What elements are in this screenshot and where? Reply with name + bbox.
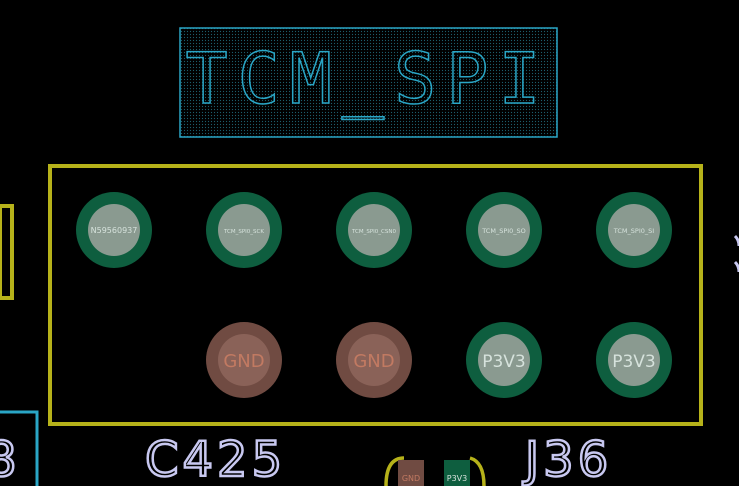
pad-5[interactable]: TCM_SPI0_SI (596, 192, 672, 268)
pad-p3v3-1[interactable]: P3V3 (466, 322, 542, 398)
pad-4-net-label: TCM_SPI0_SO (481, 227, 526, 235)
designator-c425: C425 (145, 432, 286, 486)
pad-gnd-2[interactable]: GND (336, 322, 412, 398)
tcm-spi-label-box: TCM_SPI (179, 27, 558, 138)
left-partial-silkscreen: 8 (0, 432, 17, 486)
pad-p3v3-2-net-label: P3V3 (612, 352, 656, 372)
tcm-spi-label: TCM_SPI (185, 38, 550, 120)
pad-gnd-1[interactable]: GND (206, 322, 282, 398)
pad-5-net-label: TCM_SPI0_SI (613, 227, 654, 235)
pad-2-net-label: TCM_SPI0_SCK (223, 229, 264, 235)
pad-4[interactable]: TCM_SPI0_SO (466, 192, 542, 268)
pad-gnd-1-net-label: GND (223, 351, 264, 372)
pad-2[interactable]: TCM_SPI0_SCK (206, 192, 282, 268)
c425-component[interactable]: GND P3V3 (384, 456, 486, 486)
pad-3-net-label: TCM_SPI0_CSN0 (351, 229, 396, 235)
pad-p3v3-1-net-label: P3V3 (482, 352, 526, 372)
left-partial-component (0, 204, 14, 300)
pad-1[interactable]: N59560937 (76, 192, 152, 268)
c425-pad-gnd-label: GND (402, 474, 420, 483)
pad-3[interactable]: TCM_SPI0_CSN0 (336, 192, 412, 268)
pad-1-net-label: N59560937 (91, 226, 138, 235)
pcb-layout-view: TCM_SPI 8 N59560937 TCM_SPI0_SCK TCM_SPI… (0, 27, 739, 486)
c425-pad-p3v3-label: P3V3 (447, 474, 467, 483)
pad-p3v3-2[interactable]: P3V3 (596, 322, 672, 398)
pad-gnd-2-net-label: GND (353, 351, 394, 372)
right-edge-partial-glyph (733, 234, 739, 273)
designator-j36: J36 (522, 432, 612, 486)
